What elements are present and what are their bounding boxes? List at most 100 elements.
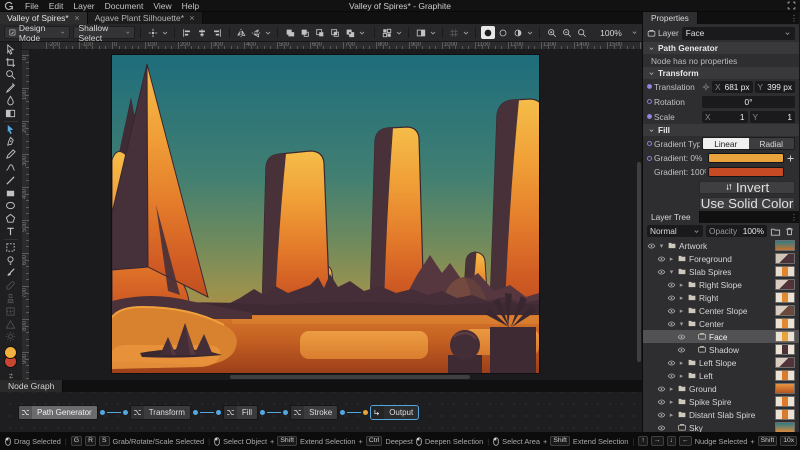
expand-arrow-icon[interactable]: ▸ [678, 294, 685, 302]
layer-row-distant-slab-spire[interactable]: ▸ Distant Slab Spire [643, 408, 799, 421]
gradient-linear-option[interactable]: Linear [703, 138, 749, 149]
layer-row-spike-spire[interactable]: ▸ Spike Spire [643, 395, 799, 408]
tab-layer-tree[interactable]: Layer Tree [643, 211, 700, 223]
flip-vertical-button[interactable] [249, 26, 263, 39]
expand-arrow-icon[interactable]: ▸ [668, 398, 675, 406]
text-tool[interactable] [2, 225, 20, 238]
menu-edit[interactable]: Edit [44, 1, 69, 11]
dropdown-chevron[interactable] [395, 26, 403, 39]
eye-icon[interactable] [667, 294, 676, 302]
exposed-input-dot[interactable] [647, 84, 652, 89]
collapse-arrow-icon[interactable]: ▾ [668, 268, 675, 276]
layer-row-center[interactable]: ▾ Center [643, 317, 799, 330]
design-mode-dropdown[interactable]: Design Mode [4, 23, 71, 43]
pivot-crosshair-icon[interactable] [702, 83, 710, 91]
shape-tool[interactable] [2, 212, 20, 225]
eye-icon[interactable] [647, 242, 656, 250]
eye-icon[interactable] [677, 346, 686, 354]
canvas-viewport[interactable] [29, 50, 642, 380]
section-fill[interactable]: Fill [643, 124, 799, 136]
heal-tool[interactable] [2, 279, 20, 292]
gradient-stop100-swatch[interactable] [708, 167, 784, 177]
artboard-tool[interactable] [2, 241, 20, 254]
node-transform[interactable]: Transform [129, 404, 191, 420]
section-transform[interactable]: Transform [643, 67, 799, 79]
imaginate-tool[interactable] [2, 254, 20, 267]
node-graph-panel[interactable]: Path Generator Transform Fill Stroke Out… [0, 392, 642, 432]
expand-arrow-icon[interactable]: ▸ [678, 359, 685, 367]
chevron-down-button[interactable] [264, 26, 272, 39]
translation-y-input[interactable]: Y 399 px [754, 80, 795, 93]
exposed-input-dot[interactable] [647, 99, 652, 104]
exposed-input-dot[interactable] [647, 141, 652, 146]
view-mode-button[interactable] [380, 26, 394, 39]
eye-icon[interactable] [657, 385, 666, 393]
boolean-union-button[interactable] [283, 26, 297, 39]
align-left-button[interactable] [180, 26, 194, 39]
tab-properties[interactable]: Properties [643, 12, 698, 24]
dropdown-chevron[interactable] [161, 26, 169, 39]
expand-arrow-icon[interactable]: ▸ [668, 255, 675, 263]
zoom-reset-button[interactable] [575, 26, 589, 39]
fill-solid-button[interactable] [481, 26, 496, 39]
patch-tool[interactable] [2, 305, 20, 318]
layer-row-left[interactable]: ▸ Left [643, 369, 799, 382]
translation-x-input[interactable]: X 681 px [712, 80, 753, 93]
expand-arrow-icon[interactable]: ▸ [678, 307, 685, 315]
eye-icon[interactable] [657, 268, 666, 276]
gradient-stop0-swatch[interactable] [708, 153, 784, 163]
expand-arrow-icon[interactable]: ▸ [668, 385, 675, 393]
horizontal-scrollbar[interactable] [30, 374, 636, 379]
menu-view[interactable]: View [148, 1, 176, 11]
eyedropper-tool[interactable] [2, 81, 20, 94]
path-tool[interactable] [2, 123, 20, 136]
menu-help[interactable]: Help [177, 1, 204, 11]
eye-icon[interactable] [667, 320, 676, 328]
eye-icon[interactable] [667, 359, 676, 367]
collapse-arrow-icon[interactable]: ▾ [678, 320, 685, 328]
layer-row-left-slope[interactable]: ▸ Left Slope [643, 356, 799, 369]
fill-mixed-button[interactable] [511, 26, 525, 39]
scale-y-input[interactable]: Y1 [749, 110, 795, 123]
invert-button[interactable]: Invert [699, 180, 795, 195]
boolean-subtract-back-button[interactable] [313, 26, 327, 39]
layer-row-right[interactable]: ▸ Right [643, 291, 799, 304]
eye-icon[interactable] [657, 398, 666, 406]
chevron-down-button[interactable] [526, 26, 534, 39]
add-gradient-stop-icon[interactable] [786, 154, 795, 163]
section-path-generator[interactable]: Path Generator [643, 42, 799, 54]
zoom-out-button[interactable] [560, 26, 574, 39]
expand-arrow-icon[interactable]: ▸ [678, 372, 685, 380]
exposed-input-dot[interactable] [647, 155, 652, 161]
align-right-button[interactable] [210, 26, 224, 39]
rectangle-tool[interactable] [2, 187, 20, 200]
collapse-arrow-icon[interactable]: ▾ [658, 242, 665, 250]
tab-node-graph[interactable]: Node Graph [0, 380, 64, 392]
gradient-tool[interactable] [2, 107, 20, 120]
delete-layer-button[interactable] [784, 226, 795, 237]
node-output[interactable]: Output [370, 404, 420, 420]
horizontal-scrollbar-thumb[interactable] [229, 375, 470, 379]
freehand-tool[interactable] [2, 148, 20, 161]
graphite-logo-icon[interactable] [4, 1, 14, 11]
layer-name-dropdown[interactable]: Face [681, 26, 795, 40]
blend-mode-dropdown[interactable]: Normal [647, 225, 703, 237]
eye-icon[interactable] [677, 333, 686, 341]
close-icon[interactable] [74, 15, 80, 21]
eye-icon[interactable] [657, 255, 666, 263]
menu-document[interactable]: Document [100, 1, 149, 11]
panel-options-icon[interactable]: ⋮ [789, 12, 799, 24]
clone-tool[interactable] [2, 292, 20, 305]
node-path-generator[interactable]: Path Generator [18, 404, 98, 420]
pivot-button[interactable] [146, 26, 160, 39]
boolean-intersect-button[interactable] [328, 26, 342, 39]
gradient-radial-option[interactable]: Radial [748, 138, 794, 149]
menu-file[interactable]: File [20, 1, 44, 11]
use-solid-color-button[interactable]: Use Solid Color [699, 196, 795, 211]
eye-icon[interactable] [667, 307, 676, 315]
crop-tool[interactable] [2, 56, 20, 69]
relight-tool[interactable] [2, 331, 20, 344]
swap-colors-button[interactable] [1, 372, 21, 380]
eye-icon[interactable] [657, 411, 666, 419]
expand-arrow-icon[interactable]: ▸ [668, 411, 675, 419]
